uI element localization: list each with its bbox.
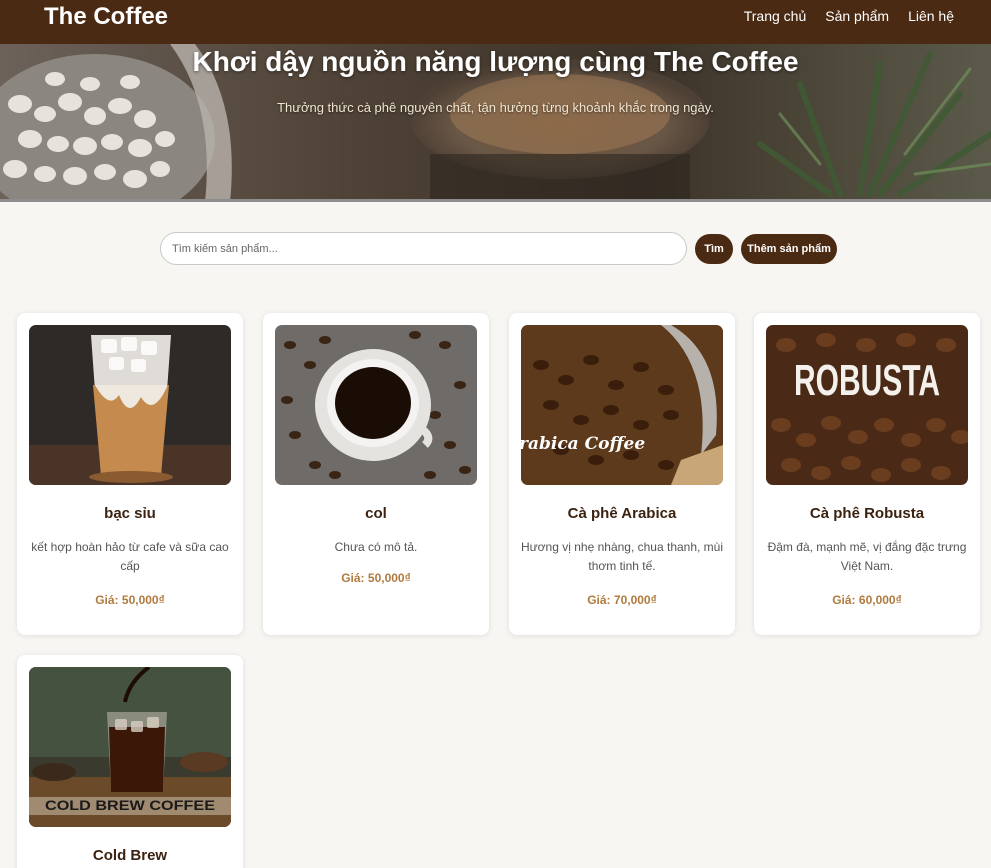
search-button[interactable]: Tìm xyxy=(695,234,733,264)
product-name: Cà phê Arabica xyxy=(567,505,677,522)
product-price: Giá: 50,000₫ xyxy=(95,593,165,607)
nav-link-home[interactable]: Trang chủ xyxy=(744,8,807,24)
product-price: Giá: 70,000₫ xyxy=(587,593,657,607)
product-card[interactable]: ROBUSTA Cà phê Robusta Đậm đà, mạnh mẽ, … xyxy=(754,313,980,635)
product-card[interactable]: rabica Coffee Cà phê Arabica Hương vị nh… xyxy=(509,313,735,635)
top-navbar: The Coffee Trang chủ Sản phẩm Liên hệ xyxy=(0,0,991,44)
product-name: bạc sỉu xyxy=(104,505,156,522)
hero-title: Khơi dậy nguồn năng lượng cùng The Coffe… xyxy=(192,46,799,77)
product-name: col xyxy=(365,505,387,522)
product-description: Đậm đà, mạnh mẽ, vị đắng đặc trưng Việt … xyxy=(767,540,967,573)
product-card[interactable]: COLD BREW COFFEE Cold Brew xyxy=(17,655,243,868)
search-input[interactable] xyxy=(160,232,687,265)
product-card[interactable]: col Chưa có mô tả. Giá: 50,000₫ xyxy=(263,313,489,635)
product-name: Cold Brew xyxy=(92,847,168,864)
product-name: Cà phê Robusta xyxy=(809,505,925,522)
nav-link-contact[interactable]: Liên hệ xyxy=(908,8,954,24)
add-product-button[interactable]: Thêm sản phẩm xyxy=(741,234,837,264)
robusta-image-caption: ROBUSTA xyxy=(794,356,940,405)
hero-subtitle: Thưởng thức cà phê nguyên chất, tận hưởn… xyxy=(277,100,714,115)
brand-logo[interactable]: The Coffee xyxy=(44,3,168,31)
product-card[interactable]: bạc sỉu kết hợp hoàn hảo từ cafe và sữa … xyxy=(17,313,243,635)
product-description: Chưa có mô tả. xyxy=(334,540,418,554)
product-price: Giá: 60,000₫ xyxy=(832,593,902,607)
product-description: kết hợp hoàn hảo từ cafe và sữa cao cấp xyxy=(31,540,229,573)
nav-link-products[interactable]: Sản phẩm xyxy=(825,8,889,24)
product-price: Giá: 50,000₫ xyxy=(341,571,411,585)
hero-divider xyxy=(0,199,991,202)
product-image-bac-siu xyxy=(29,325,231,485)
product-image-robusta: ROBUSTA xyxy=(766,325,968,485)
product-description: Hương vị nhẹ nhàng, chua thanh, mùi thơm… xyxy=(520,540,724,573)
main-nav: Trang chủ Sản phẩm Liên hệ xyxy=(744,8,954,24)
product-image-cold-brew: COLD BREW COFFEE xyxy=(29,667,231,827)
product-image-arabica: rabica Coffee xyxy=(521,325,723,485)
product-image-col xyxy=(275,325,477,485)
arabica-image-caption: rabica Coffee xyxy=(521,434,645,454)
cold-brew-image-caption: COLD BREW COFFEE xyxy=(45,797,215,813)
